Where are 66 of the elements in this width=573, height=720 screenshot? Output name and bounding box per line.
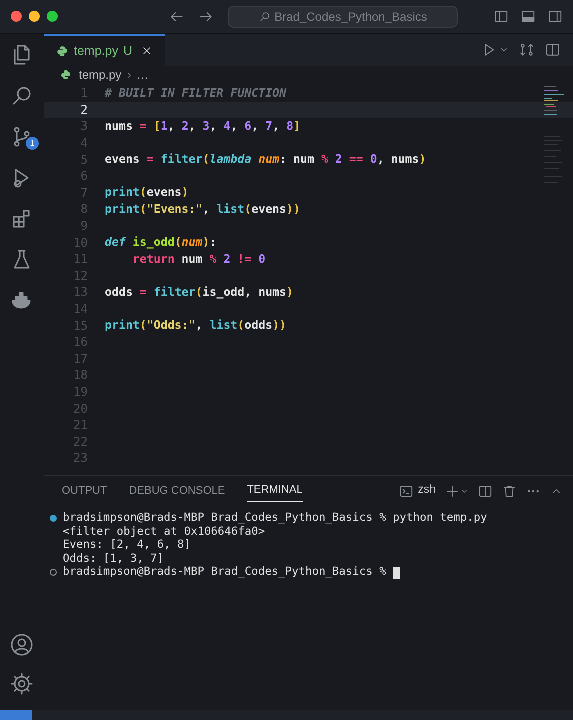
search-bar[interactable]: Brad_Codes_Python_Basics: [228, 6, 458, 28]
compare-changes-icon[interactable]: [519, 42, 535, 58]
python-icon: [60, 69, 72, 81]
panel-tab[interactable]: DEBUG CONSOLE: [129, 480, 226, 502]
terminal-line: bradsimpson@Brads-MBP Brad_Codes_Python_Basics %: [63, 564, 386, 580]
line-number: 19: [72, 384, 88, 401]
panel-tab[interactable]: OUTPUT: [62, 480, 108, 502]
line-number: 9: [80, 218, 88, 236]
panel-layout-icon[interactable]: [521, 9, 536, 24]
line-number: 6: [80, 168, 88, 186]
split-terminal-icon[interactable]: [478, 484, 493, 498]
search-icon: [258, 10, 271, 22]
breadcrumb-item[interactable]: …: [136, 66, 149, 84]
trash-icon[interactable]: [502, 484, 517, 498]
line-number: 21: [72, 417, 88, 434]
line-number: 13: [72, 284, 88, 302]
code-line: odds = filter(is_odd, nums): [105, 284, 294, 301]
terminal-line: Odds: [1, 3, 7]: [63, 550, 164, 566]
panel-tab[interactable]: TERMINAL: [247, 480, 303, 502]
line-number: 4: [80, 135, 88, 152]
code-line: print("Odds:", list(odds)): [105, 316, 287, 334]
breadcrumb-item[interactable]: temp.py: [79, 66, 122, 84]
window-control-button[interactable]: [47, 11, 58, 22]
line-number: 2: [80, 102, 88, 119]
line-number: 12: [72, 268, 88, 285]
count-badge: 1: [26, 137, 39, 150]
line-number: 1: [80, 85, 88, 102]
code-line: print("Evens:", list(evens)): [105, 200, 300, 218]
line-number: 10: [72, 234, 88, 252]
settings-icon[interactable]: [10, 672, 34, 696]
line-number: 11: [72, 251, 88, 268]
line-number: 7: [80, 184, 88, 202]
line-number: 22: [72, 434, 88, 451]
line-number: 14: [72, 301, 88, 318]
line-number: 17: [72, 350, 88, 368]
shell-label[interactable]: zsh: [418, 482, 436, 500]
git-status-label: U: [123, 42, 132, 60]
code-line: evens = filter(lambda num: num % 2 == 0, nums): [105, 150, 426, 168]
line-number: 23: [72, 450, 88, 468]
window-control-button[interactable]: [11, 11, 22, 22]
secondary-sidebar-icon[interactable]: [548, 9, 563, 24]
code-line: print(evens): [105, 184, 189, 202]
line-number: 8: [80, 201, 88, 218]
line-number: 5: [80, 152, 88, 169]
line-number: 18: [72, 367, 88, 384]
plus-icon[interactable]: [445, 484, 460, 498]
terminal-line: Evens: [2, 4, 6, 8]: [63, 538, 191, 554]
line-number: 16: [72, 334, 88, 352]
split-editor-icon[interactable]: [545, 42, 561, 58]
cursor: [393, 566, 400, 579]
code-line: def is_odd(num):: [105, 234, 217, 251]
terminal-line: bradsimpson@Brads-MBP Brad_Codes_Python_Basics % python temp.py: [63, 510, 488, 526]
line-number: 20: [72, 400, 88, 418]
terminal-line: <filter object at 0x106646fa0>: [63, 524, 266, 540]
python-icon: [56, 44, 69, 58]
code-line: # BUILT IN FILTER FUNCTION: [105, 84, 286, 102]
code-line: return num % 2 != 0: [132, 250, 266, 268]
line-number: 3: [80, 118, 88, 136]
terminal-icon: [399, 484, 414, 498]
editor-tab[interactable]: temp.py U: [44, 34, 164, 66]
code-line: nums = [1, 2, 3, 4, 6, 7, 8]: [105, 118, 301, 135]
line-number: 15: [72, 318, 88, 335]
sidebar-layout-icon[interactable]: [494, 9, 509, 24]
account-icon[interactable]: [10, 633, 34, 657]
close-icon[interactable]: [140, 45, 152, 57]
window-control-button[interactable]: [29, 11, 40, 22]
